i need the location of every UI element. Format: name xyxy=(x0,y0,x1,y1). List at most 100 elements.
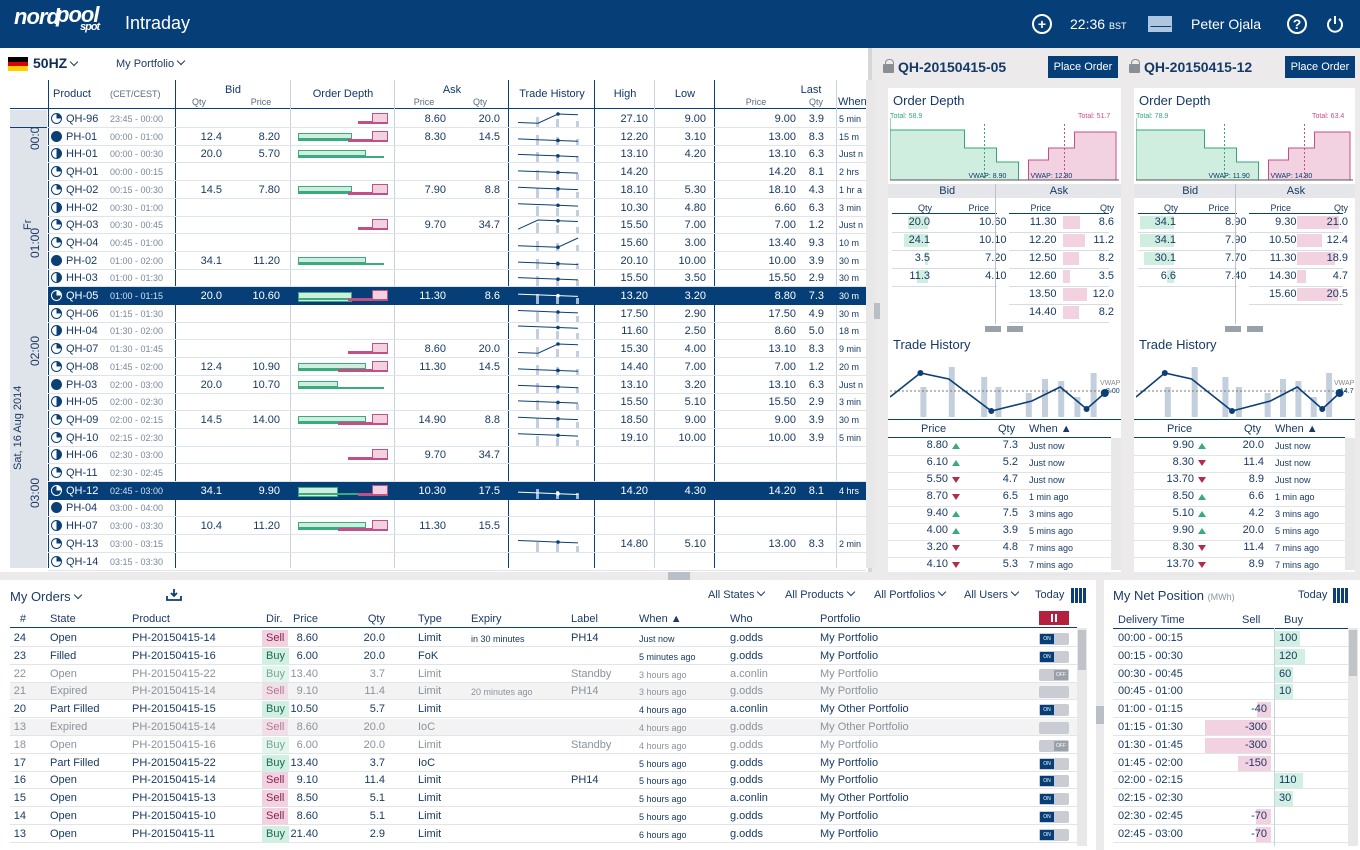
product-row[interactable]: PH-04 03:00 - 04:00 xyxy=(48,499,866,518)
bid-qty-value[interactable]: 30.1 xyxy=(1134,252,1176,264)
order-col-header[interactable]: When ▲ xyxy=(639,613,682,625)
product-row[interactable]: HH-04 01:30 - 02:00 11.60 2.50 8.60 5.0 18 m xyxy=(48,322,866,341)
ask-price-value[interactable]: 14.40 xyxy=(1009,306,1057,318)
order-active-toggle[interactable]: ON xyxy=(1039,775,1069,788)
product-row[interactable]: QH-13 03:00 - 03:15 14.80 5.10 13.00 8.3 2 min xyxy=(48,535,866,553)
bid-qty-value[interactable]: 3.5 xyxy=(888,252,930,264)
order-active-toggle[interactable]: ON xyxy=(1039,811,1069,823)
product-row[interactable]: PH-03 02:00 - 03:00 20.0 10.70 13.10 3.20 13.1… xyxy=(48,376,866,394)
order-active-toggle[interactable]: OFF xyxy=(1039,668,1069,681)
product-row[interactable]: PH-01 00:00 - 01:00 12.4 8.20 8.30 14.5 12.20 3… xyxy=(48,128,866,146)
ask-qty-value[interactable]: 8.2 xyxy=(1070,252,1114,264)
product-row[interactable]: QH-03 00:30 - 00:45 9.70 34.7 15.50 7.00 7.00 1… xyxy=(48,216,866,235)
side-collapse-handle[interactable] xyxy=(1096,706,1104,724)
lock-icon[interactable] xyxy=(883,59,894,73)
product-row[interactable]: QH-08 01:45 - 02:00 12.4 10.90 11.30 14.5 14.4… xyxy=(48,358,866,376)
filter-states[interactable]: All States xyxy=(708,587,766,601)
filter-products[interactable]: All Products xyxy=(785,587,855,601)
net-scrollbar[interactable] xyxy=(1348,628,1358,846)
order-active-toggle[interactable]: OFF xyxy=(1039,739,1069,752)
ask-qty-value[interactable]: 21.0 xyxy=(1304,216,1348,228)
user-name[interactable]: Peter Ojala xyxy=(1191,16,1261,32)
product-row[interactable]: QH-96 23:45 - 00:00 8.60 20.0 27.10 9.00 9.00 3… xyxy=(48,110,866,128)
bid-qty-value[interactable]: 11.3 xyxy=(888,270,930,282)
lock-icon[interactable] xyxy=(1129,59,1140,73)
product-row[interactable]: QH-09 02:00 - 02:15 14.5 14.00 14.90 8.8 18.50… xyxy=(48,411,866,429)
ask-price-value[interactable]: 9.30 xyxy=(1249,216,1296,228)
filter-users[interactable]: All Users xyxy=(964,587,1020,601)
bid-price-value[interactable]: 4.10 xyxy=(948,270,1006,282)
bid-price-value[interactable]: 7.90 xyxy=(1194,234,1246,246)
order-row[interactable]: 16 Open PH-20150415-14 Sell 9.10 11.4 Limit PH1… xyxy=(10,772,1077,790)
order-active-toggle[interactable]: ON xyxy=(1039,828,1069,841)
ask-qty-value[interactable]: 3.5 xyxy=(1070,270,1114,282)
product-row[interactable]: HH-06 02:30 - 03:00 9.70 34.7 xyxy=(48,446,866,465)
net-today-label[interactable]: Today xyxy=(1298,589,1327,601)
pause-all-button[interactable] xyxy=(1039,611,1069,625)
order-active-toggle[interactable] xyxy=(1039,722,1069,734)
product-row[interactable]: QH-01 00:00 - 00:15 14.20 14.20 8.1 2 hrs xyxy=(48,163,866,182)
grid-scrollbar[interactable] xyxy=(866,80,876,568)
history-when-header[interactable]: When ▲ xyxy=(1029,423,1072,435)
orders-scrollbar[interactable] xyxy=(1077,628,1087,846)
product-row[interactable]: QH-06 01:15 - 01:30 17.50 2.90 17.50 4.9 30 m xyxy=(48,305,866,323)
bid-price-value[interactable]: 7.70 xyxy=(1194,252,1246,264)
orders-title[interactable]: My Orders xyxy=(10,589,82,604)
bid-qty-value[interactable]: 24.1 xyxy=(888,234,930,246)
ask-qty-value[interactable]: 8.6 xyxy=(1070,216,1114,228)
bid-qty-value[interactable]: 34.1 xyxy=(1134,216,1176,228)
mail-icon[interactable] xyxy=(1148,16,1172,32)
product-row[interactable]: HH-05 02:00 - 02:30 15.50 5.10 15.50 2.9 3 min xyxy=(48,393,866,412)
calendar-icon[interactable] xyxy=(1071,588,1087,603)
ask-price-value[interactable]: 11.30 xyxy=(1009,216,1057,228)
depth-scroll-up[interactable] xyxy=(1224,326,1241,332)
order-row[interactable]: 20 Part Filled PH-20150415-15 Buy 10.50 5.7 Li… xyxy=(10,701,1077,719)
portfolio-selector[interactable]: My Portfolio xyxy=(116,56,186,70)
product-row[interactable]: HH-07 03:00 - 03:30 10.4 11.20 11.30 15.5 xyxy=(48,517,866,536)
ask-qty-value[interactable]: 11.2 xyxy=(1070,234,1114,246)
power-icon[interactable] xyxy=(1325,14,1345,34)
order-row[interactable]: 15 Open PH-20150415-13 Sell 8.50 5.1 Limit 5 ho… xyxy=(10,790,1077,808)
product-row[interactable]: QH-14 03:15 - 03:30 xyxy=(48,553,866,571)
order-row[interactable]: 21 Expired PH-20150415-14 Sell 9.10 11.4 Limit… xyxy=(10,683,1077,701)
bid-price-value[interactable]: 7.40 xyxy=(1194,270,1246,282)
bid-price-value[interactable]: 7.20 xyxy=(948,252,1006,264)
depth-scroll-down[interactable] xyxy=(1006,326,1023,332)
order-row[interactable]: 23 Filled PH-20150415-16 Buy 6.00 20.0 FoK 5 mi… xyxy=(10,647,1077,665)
order-active-toggle[interactable]: ON xyxy=(1039,650,1069,663)
pane-collapse-handle[interactable] xyxy=(874,303,880,319)
ask-price-value[interactable]: 12.50 xyxy=(1009,252,1057,264)
order-active-toggle[interactable]: ON xyxy=(1039,793,1069,806)
ask-qty-value[interactable]: 12.4 xyxy=(1304,234,1348,246)
help-icon[interactable]: ? xyxy=(1287,14,1307,34)
net-calendar-icon[interactable] xyxy=(1333,588,1349,603)
ask-qty-value[interactable]: 18.9 xyxy=(1304,252,1348,264)
bid-price-value[interactable]: 8.90 xyxy=(1194,216,1246,228)
bid-qty-value[interactable]: 6.6 xyxy=(1134,270,1176,282)
product-row[interactable]: QH-05 01:00 - 01:15 20.0 10.60 11.30 8.6 13.20… xyxy=(48,287,866,305)
ask-qty-value[interactable]: 4.7 xyxy=(1304,270,1348,282)
filter-portfolios[interactable]: All Portfolios xyxy=(874,587,947,601)
product-row[interactable]: QH-02 00:15 - 00:30 14.5 7.80 7.90 8.8 18.10 5.… xyxy=(48,181,866,199)
ask-price-value[interactable]: 12.20 xyxy=(1009,234,1057,246)
ask-qty-value[interactable]: 12.0 xyxy=(1070,288,1114,300)
order-active-toggle[interactable]: ON xyxy=(1039,757,1069,770)
history-when-header[interactable]: When ▲ xyxy=(1275,423,1318,435)
add-icon[interactable]: + xyxy=(1032,14,1052,34)
place-order-button[interactable]: Place Order xyxy=(1285,56,1355,78)
order-row[interactable]: 22 Open PH-20150415-22 Buy 13.40 3.7 Limit Stan… xyxy=(10,665,1077,683)
product-row[interactable]: HH-01 00:00 - 00:30 20.0 5.70 13.10 4.20 13.10… xyxy=(48,145,866,164)
order-row[interactable]: 18 Open PH-20150415-16 Buy 6.00 20.0 Limit Stan… xyxy=(10,736,1077,754)
order-row[interactable]: 13 Expired PH-20150415-14 Sell 8.60 20.0 IoC 4 … xyxy=(10,719,1077,736)
product-row[interactable]: HH-03 01:00 - 01:30 15.50 3.50 15.50 2.9 30 m xyxy=(48,269,866,288)
order-row[interactable]: 13 Open PH-20150415-11 Buy 21.40 2.9 Limit 6 ho… xyxy=(10,825,1077,843)
bid-price-value[interactable]: 10.10 xyxy=(948,234,1007,246)
history-scrollbar[interactable] xyxy=(1111,438,1121,570)
order-active-toggle[interactable]: ON xyxy=(1039,633,1069,645)
ask-price-value[interactable]: 10.50 xyxy=(1249,234,1297,246)
ask-qty-value[interactable]: 8.2 xyxy=(1070,306,1114,318)
ask-price-value[interactable]: 11.30 xyxy=(1249,252,1297,264)
order-row[interactable]: 14 Open PH-20150415-10 Sell 8.60 5.1 Limit 5 ho… xyxy=(10,808,1077,825)
order-active-toggle[interactable] xyxy=(1039,686,1069,699)
product-row[interactable]: QH-12 02:45 - 03:00 34.1 9.90 10.30 17.5 14.20… xyxy=(48,481,866,500)
